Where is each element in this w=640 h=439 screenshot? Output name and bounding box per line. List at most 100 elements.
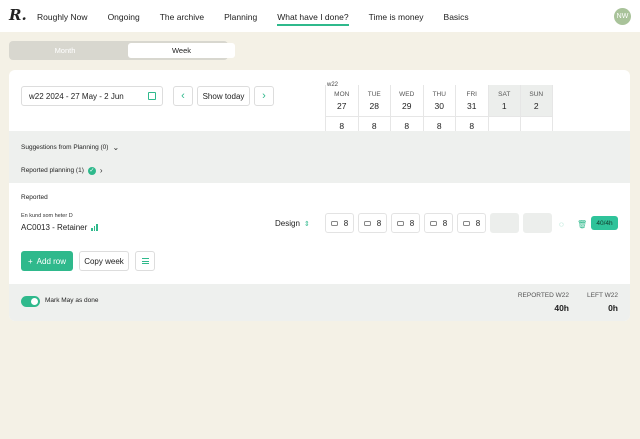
filter-button[interactable]	[135, 251, 155, 271]
day-date: 27	[337, 101, 347, 111]
day-total-hours: 8	[456, 116, 488, 131]
comment-icon[interactable]	[462, 220, 470, 226]
comment-icon[interactable]	[429, 220, 437, 226]
check-circle-icon: ✓	[87, 166, 96, 175]
suggestions-toggle[interactable]: Suggestions from Planning (0) ⌄	[21, 143, 119, 152]
calendar-icon[interactable]	[148, 92, 156, 100]
hours-total-badge: 40/4h	[591, 216, 618, 230]
reported-section-title: Reported	[21, 194, 48, 201]
day-total-hours: 8	[358, 116, 390, 131]
top-navigation: R. Roughly Now Ongoing The archive Plann…	[0, 0, 640, 32]
day-total-hours: 8	[423, 116, 455, 131]
left-week-value: 0h	[608, 303, 618, 313]
day-column-wed: WED 29 8	[390, 85, 423, 131]
day-date: 31	[467, 101, 477, 111]
hours-cell-mon[interactable]: 8	[325, 213, 354, 233]
hours-cell-sat[interactable]	[490, 213, 519, 233]
hours-cell-sun[interactable]	[523, 213, 552, 233]
week-days-header: MON 27 8 TUE 28 8 WED 29 8 THU 30 8 FRI …	[325, 85, 553, 131]
project-name: AC0013 - Retainer	[21, 223, 98, 232]
planning-suggestions-section: Suggestions from Planning (0) ⌄ Reported…	[9, 131, 630, 183]
month-footer: Mark May as done REPORTED W22 40h LEFT W…	[9, 284, 630, 321]
day-date: 29	[402, 101, 412, 111]
day-column-sun: SUN 2	[520, 85, 553, 131]
reported-week-label: REPORTED W22	[517, 292, 569, 299]
nav-item-the-archive[interactable]: The archive	[160, 12, 204, 26]
nav-item-roughly-now[interactable]: Roughly Now	[37, 12, 88, 26]
day-total-hours: 8	[326, 116, 358, 131]
comment-icon[interactable]	[396, 220, 404, 226]
show-today-button[interactable]: Show today	[197, 86, 250, 106]
chevron-right-icon: ›	[262, 90, 266, 102]
day-name: SUN	[529, 91, 544, 98]
hours-value: 8	[442, 218, 448, 228]
day-total-hours	[521, 116, 552, 131]
activity-select[interactable]: Design ⇕	[275, 219, 310, 228]
client-name: En kund som heter D	[21, 213, 73, 219]
day-column-fri: FRI 31 8	[455, 85, 488, 131]
sliders-icon	[141, 258, 149, 264]
hours-cell-tue[interactable]: 8	[358, 213, 387, 233]
left-week-label: LEFT W22	[587, 292, 618, 299]
comment-icon[interactable]	[363, 220, 371, 226]
view-toggle: Month Week	[9, 41, 235, 60]
day-name: WED	[399, 91, 415, 98]
whatsapp-icon[interactable]: ◌	[559, 220, 564, 229]
add-row-label: Add row	[36, 256, 67, 266]
nav-item-ongoing[interactable]: Ongoing	[108, 12, 140, 26]
left-week-stat: LEFT W22 0h	[587, 292, 618, 313]
hours-cell-thu[interactable]: 8	[424, 213, 453, 233]
reported-planning-label: Reported planning (1)	[21, 167, 84, 174]
app-logo[interactable]: R.	[9, 6, 27, 24]
hours-cell-wed[interactable]: 8	[391, 213, 420, 233]
day-name: MON	[334, 91, 350, 98]
trash-icon[interactable]: 🗑	[577, 220, 587, 229]
copy-week-button[interactable]: Copy week	[79, 251, 129, 271]
day-column-mon: MON 27 8	[325, 85, 358, 131]
chevron-down-icon: ⌄	[112, 143, 120, 152]
day-column-tue: TUE 28 8	[357, 85, 390, 131]
hours-value: 8	[376, 218, 382, 228]
previous-week-button[interactable]: ‹	[173, 86, 193, 106]
hours-value: 8	[409, 218, 415, 228]
day-name: FRI	[466, 91, 477, 98]
project-label: AC0013 - Retainer	[21, 223, 88, 232]
date-range-text: w22 2024 - 27 May - 2 Jun	[29, 91, 124, 101]
nav-item-time-is-money[interactable]: Time is money	[369, 12, 424, 26]
plus-icon: +	[27, 256, 33, 266]
week-tab[interactable]: Week	[128, 43, 235, 58]
bar-chart-icon[interactable]	[91, 224, 98, 231]
mark-month-done-toggle[interactable]	[21, 296, 40, 307]
day-column-sat: SAT 1	[487, 85, 520, 131]
month-tab[interactable]: Month	[11, 43, 119, 58]
day-name: THU	[432, 91, 446, 98]
nav-menu: Roughly Now Ongoing The archive Planning…	[37, 12, 489, 26]
day-name: SAT	[498, 91, 511, 98]
comment-icon[interactable]	[330, 220, 338, 226]
avatar[interactable]: NW	[614, 8, 631, 25]
reported-week-value: 40h	[554, 303, 569, 313]
next-week-button[interactable]: ›	[254, 86, 274, 106]
day-name: TUE	[367, 91, 381, 98]
suggestions-label: Suggestions from Planning (0)	[21, 144, 109, 151]
date-range-picker[interactable]: w22 2024 - 27 May - 2 Jun	[21, 86, 163, 106]
timesheet-card: w22 2024 - 27 May - 2 Jun ‹ Show today ›…	[9, 70, 630, 321]
day-date: 1	[501, 101, 507, 111]
day-column-thu: THU 30 8	[422, 85, 455, 131]
day-total-hours	[488, 116, 520, 131]
nav-item-what-have-i-done[interactable]: What have I done?	[277, 12, 349, 26]
nav-item-basics[interactable]: Basics	[444, 12, 469, 26]
hours-value: 8	[343, 218, 349, 228]
mark-month-done-label: Mark May as done	[45, 297, 99, 304]
nav-item-planning[interactable]: Planning	[224, 12, 257, 26]
activity-label: Design	[275, 219, 300, 228]
day-date: 2	[533, 101, 539, 111]
hours-cell-fri[interactable]: 8	[457, 213, 486, 233]
reported-planning-toggle[interactable]: Reported planning (1) ✓ ›	[21, 166, 103, 175]
day-date: 28	[369, 101, 379, 111]
add-row-button[interactable]: + Add row	[21, 251, 73, 271]
day-date: 30	[434, 101, 444, 111]
chevron-left-icon: ‹	[181, 90, 185, 102]
reported-week-stat: REPORTED W22 40h	[518, 292, 569, 313]
chevron-right-icon: ›	[99, 166, 103, 175]
